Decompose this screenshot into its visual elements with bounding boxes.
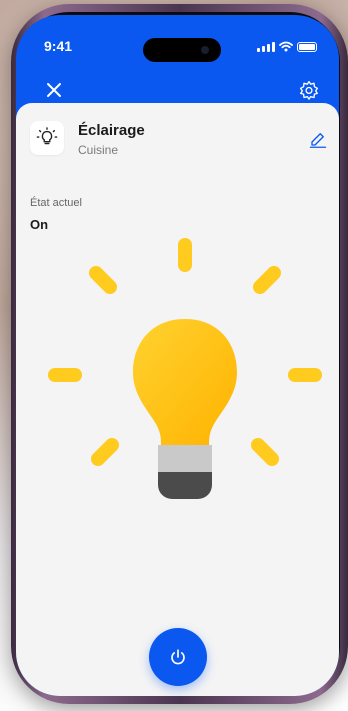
device-sheet: Éclairage Cuisine État actuel On [16, 103, 339, 696]
current-state-label: État actuel [30, 197, 82, 209]
edit-button[interactable] [306, 127, 330, 151]
lightbulb-icon [36, 127, 58, 145]
bulb-collar [158, 445, 212, 472]
gear-icon [300, 81, 318, 100]
device-icon-container [30, 121, 64, 155]
device-room: Cuisine [78, 143, 119, 157]
app-screen: 9:41 Éclairage Cuisine État actuel On [16, 15, 339, 696]
bulb-glass [133, 319, 237, 445]
signal-icon [257, 41, 275, 52]
dynamic-island [143, 38, 221, 62]
bulb-base [158, 472, 212, 499]
status-icons [257, 41, 317, 52]
battery-icon [297, 41, 317, 52]
settings-button[interactable] [295, 76, 323, 104]
close-icon [47, 83, 61, 97]
wifi-icon [279, 41, 293, 52]
status-bar: 9:41 [16, 15, 339, 63]
lightbulb-illustration [48, 238, 322, 499]
close-button[interactable] [40, 76, 68, 104]
camera-icon [201, 46, 209, 54]
device-header: Éclairage Cuisine [30, 121, 330, 161]
pencil-icon [309, 133, 327, 148]
device-name: Éclairage [78, 122, 145, 139]
status-time: 9:41 [44, 38, 73, 54]
power-button[interactable] [149, 628, 207, 686]
current-state-value: On [30, 217, 49, 232]
power-icon [171, 649, 185, 665]
